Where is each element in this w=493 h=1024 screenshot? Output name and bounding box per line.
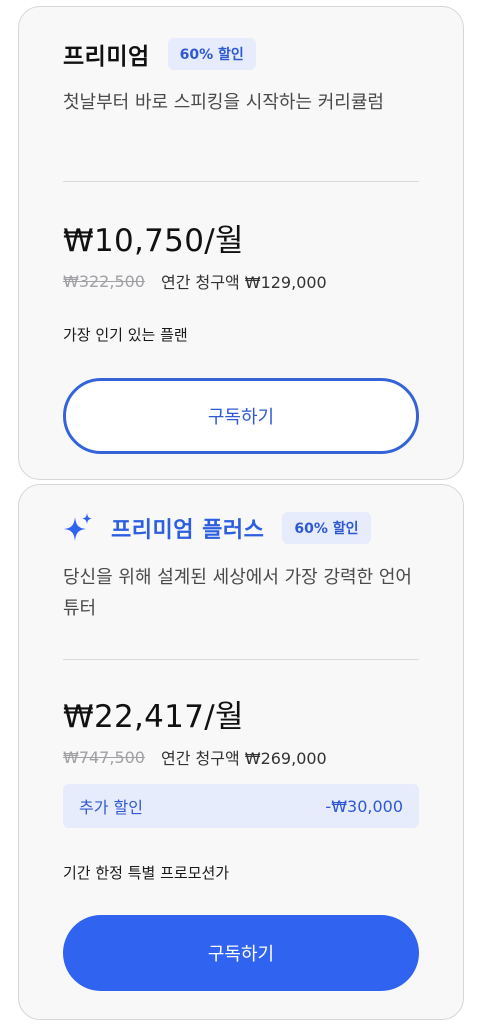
price-details: ₩747,500 연간 청구액 ₩269,000	[63, 745, 327, 769]
extra-discount-label: 추가 할인	[79, 798, 143, 817]
discount-badge: 60% 할인	[282, 512, 371, 544]
plan-card-premium-plus: 프리미엄 플러스 60% 할인 당신을 위해 설계된 세상에서 가장 강력한 언…	[18, 484, 464, 1020]
monthly-price: ₩22,417/월	[63, 699, 244, 735]
plan-description: 첫날부터 바로 스피킹을 시작하는 커리큘럼	[63, 92, 384, 113]
plan-card-premium: 프리미엄 60% 할인 첫날부터 바로 스피킹을 시작하는 커리큘럼 ₩10,7…	[18, 6, 464, 480]
extra-discount-row: 추가 할인 -₩30,000	[63, 784, 419, 828]
monthly-price: ₩10,750/월	[63, 223, 244, 259]
plan-name: 프리미엄 플러스	[111, 518, 265, 543]
plan-note: 기간 한정 특별 프로모션가	[63, 864, 230, 882]
plan-header: 프리미엄 플러스 60% 할인	[61, 511, 371, 545]
plan-description: 당신을 위해 설계된 세상에서 가장 강력한 언어 튜터	[63, 567, 412, 619]
pricing-page: 프리미엄 60% 할인 첫날부터 바로 스피킹을 시작하는 커리큘럼 ₩10,7…	[0, 0, 493, 1024]
divider	[63, 181, 419, 182]
annual-billing: 연간 청구액 ₩269,000	[160, 749, 327, 768]
original-price: ₩322,500	[63, 271, 145, 291]
divider	[63, 659, 419, 660]
plan-header: 프리미엄 60% 할인	[63, 37, 256, 71]
subscribe-button-premium-plus[interactable]: 구독하기	[63, 915, 419, 991]
sparkle-icon	[61, 511, 95, 545]
original-price: ₩747,500	[63, 747, 145, 767]
discount-badge: 60% 할인	[167, 38, 256, 70]
annual-billing: 연간 청구액 ₩129,000	[160, 273, 327, 292]
plan-note: 가장 인기 있는 플랜	[63, 326, 188, 344]
price-details: ₩322,500 연간 청구액 ₩129,000	[63, 269, 327, 293]
extra-discount-value: -₩30,000	[325, 796, 403, 816]
subscribe-button-premium[interactable]: 구독하기	[63, 378, 419, 454]
plan-name: 프리미엄	[63, 44, 150, 70]
